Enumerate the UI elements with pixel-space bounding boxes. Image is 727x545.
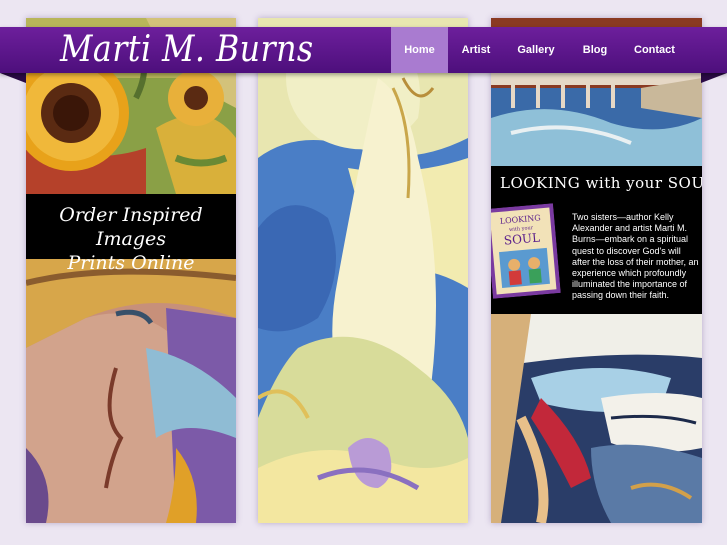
right-art-panel: LOOKING with your SOUL LOOKING with your… [491, 18, 702, 523]
nav-home[interactable]: Home [391, 27, 448, 73]
order-banner-line1: Order Inspired Images [59, 204, 203, 250]
book-cover-image[interactable]: LOOKING with your SOUL [491, 203, 561, 299]
nav-contact[interactable]: Contact [622, 27, 687, 73]
left-art-panel: Order Inspired Images Prints Online [26, 18, 236, 523]
nav-blog[interactable]: Blog [568, 27, 622, 73]
angel-painting [258, 18, 468, 523]
main-nav: Home Artist Gallery Blog Contact [391, 27, 687, 73]
header-ribbon-fold-right [701, 73, 727, 83]
book-description: Two sisters—author Kelly Alexander and a… [572, 212, 699, 301]
nav-artist[interactable]: Artist [448, 27, 504, 73]
site-header: Marti M. Burns Home Artist Gallery Blog … [0, 27, 727, 73]
book-promo[interactable]: LOOKING with your SOUL LOOKING with your… [491, 166, 702, 314]
order-prints-banner[interactable]: Order Inspired Images Prints Online [26, 194, 236, 274]
order-banner-line2: Prints Online [67, 252, 195, 274]
header-ribbon-fold-left [0, 73, 26, 83]
book-title: LOOKING with your SOUL [500, 174, 702, 192]
middle-art-panel [258, 18, 468, 523]
site-title[interactable]: Marti M. Burns [60, 25, 314, 71]
nav-gallery[interactable]: Gallery [504, 27, 568, 73]
